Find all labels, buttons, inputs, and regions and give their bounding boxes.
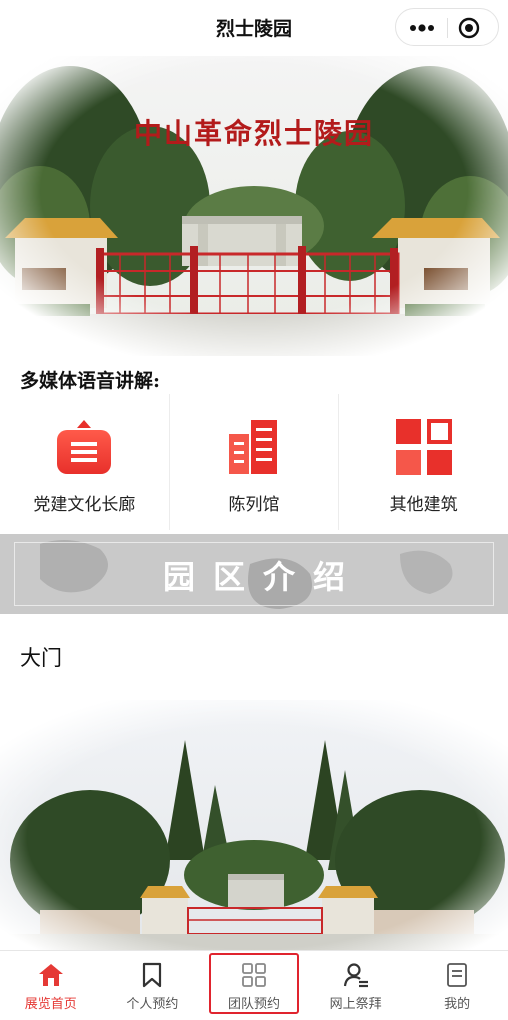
home-icon	[38, 964, 63, 986]
category-other-buildings[interactable]: 其他建筑	[338, 394, 508, 530]
gate-photo	[0, 700, 508, 950]
tab-mine[interactable]: 我的	[406, 951, 508, 1020]
category-label: 其他建筑	[389, 495, 458, 515]
category-party-culture[interactable]: 党建文化长廊	[0, 394, 169, 530]
tab-label: 网上祭拜	[329, 997, 382, 1012]
bookmark-icon	[143, 962, 162, 988]
building-icon	[229, 420, 277, 474]
person-icon	[343, 963, 368, 988]
tab-team-booking[interactable]: 团队预约	[203, 951, 305, 1020]
banner-title: 园区介绍	[162, 558, 363, 596]
category-exhibition-hall[interactable]: 陈列馆	[168, 394, 339, 530]
hero-image: 中山革命烈士陵园	[0, 56, 508, 356]
apps-icon	[242, 963, 266, 987]
hero-title: 中山革命烈士陵园	[133, 117, 374, 150]
navigation-bar: 烈士陵园	[0, 0, 508, 56]
more-icon[interactable]	[406, 18, 438, 38]
briefcase-icon	[57, 420, 112, 474]
document-icon	[447, 963, 468, 987]
spot-title: 大门	[20, 646, 62, 670]
capsule-divider	[447, 18, 448, 38]
tab-online-tribute[interactable]: 网上祭拜	[305, 951, 407, 1020]
tab-personal-booking[interactable]: 个人预约	[102, 951, 204, 1020]
close-miniprogram-icon[interactable]	[458, 17, 480, 39]
bottom-tab-bar: 展览首页 个人预约 团队预约 网上祭拜 我的	[0, 950, 508, 1020]
tab-label: 个人预约	[126, 997, 179, 1012]
category-label: 党建文化长廊	[33, 495, 136, 515]
tab-label: 团队预约	[227, 997, 280, 1012]
tab-home[interactable]: 展览首页	[0, 951, 102, 1020]
mini-program-capsule	[395, 8, 499, 46]
tab-label: 我的	[444, 997, 471, 1012]
grid-icon	[395, 419, 452, 475]
category-grid: 党建文化长廊 陈列馆 其他建筑	[0, 394, 508, 530]
tab-label: 展览首页	[24, 997, 77, 1012]
section-heading: 多媒体语音讲解:	[20, 370, 161, 392]
park-intro-banner[interactable]: 园区介绍	[0, 534, 508, 614]
category-label: 陈列馆	[228, 495, 280, 515]
